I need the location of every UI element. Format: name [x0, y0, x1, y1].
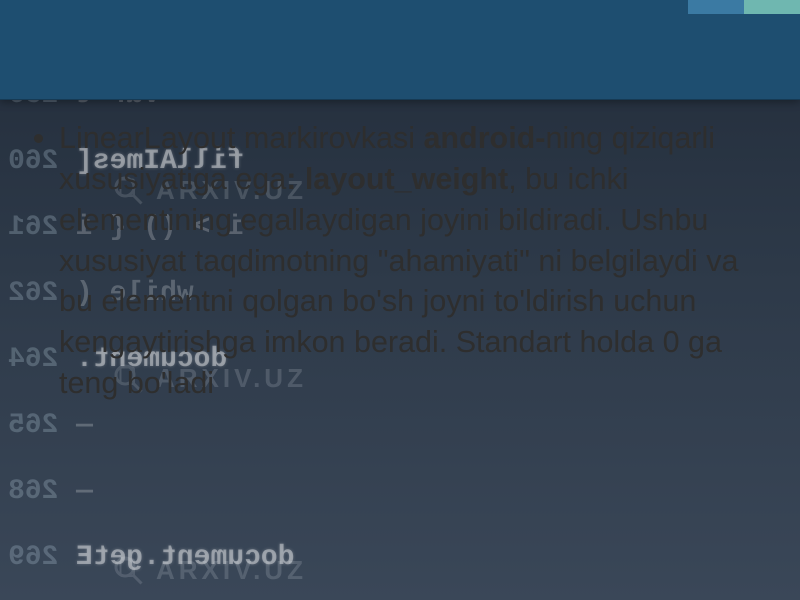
accent-tab — [650, 0, 688, 14]
code-line: document.getE269 — [0, 542, 800, 573]
code-line: — 268 — [0, 476, 800, 507]
accent-tabs — [650, 0, 800, 14]
bullet-text: LinearLayout markirovkasi android-ning q… — [59, 118, 770, 404]
slide-body: LinearLayout markirovkasi android-ning q… — [34, 118, 770, 404]
title-bar — [0, 0, 800, 100]
accent-tab — [688, 0, 744, 14]
bullet-item: LinearLayout markirovkasi android-ning q… — [34, 118, 770, 404]
code-line: — 265 — [0, 410, 800, 441]
accent-tab — [744, 0, 800, 14]
bullet-dot-icon — [34, 134, 43, 143]
